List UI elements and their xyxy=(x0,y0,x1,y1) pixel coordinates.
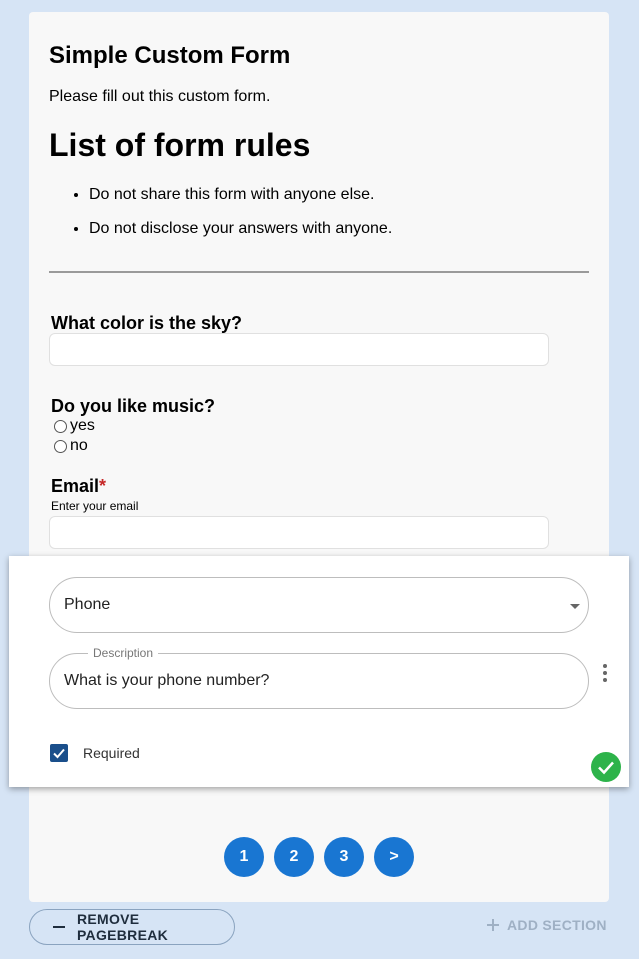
confirm-button[interactable] xyxy=(591,752,621,782)
description-legend: Description xyxy=(88,646,159,660)
page-2-button[interactable]: 2 xyxy=(274,837,314,877)
music-question-label: Do you like music? xyxy=(51,396,216,416)
question-type-select[interactable]: Phone xyxy=(49,577,589,633)
required-star: * xyxy=(99,476,107,496)
more-options-icon[interactable] xyxy=(601,664,609,684)
question-type-value: Phone xyxy=(64,596,111,613)
add-section-label: ADD SECTION xyxy=(507,917,607,933)
add-section-button[interactable]: ADD SECTION xyxy=(487,917,607,933)
remove-pagebreak-button[interactable]: REMOVE PAGEBREAK xyxy=(29,909,235,945)
list-item: Do not disclose your answers with anyone… xyxy=(89,219,392,238)
chevron-down-icon xyxy=(570,604,580,609)
check-icon xyxy=(53,748,65,759)
email-label-text: Email xyxy=(51,476,100,496)
checkmark-icon xyxy=(598,761,614,775)
radio-label: no xyxy=(70,437,88,454)
page-1-button[interactable]: 1 xyxy=(224,837,264,877)
list-item: Do not share this form with anyone else. xyxy=(89,185,392,204)
radio-button[interactable] xyxy=(54,419,67,433)
required-checkbox[interactable] xyxy=(50,744,68,762)
minus-icon xyxy=(53,926,65,928)
email-help-text: Enter your email xyxy=(51,499,139,513)
required-label: Required xyxy=(83,745,140,761)
section-divider xyxy=(49,271,589,273)
radio-label: yes xyxy=(70,417,95,434)
sky-answer-input[interactable] xyxy=(49,333,549,366)
form-title: Simple Custom Form xyxy=(49,42,291,69)
next-page-button[interactable]: > xyxy=(374,837,414,877)
rules-heading: List of form rules xyxy=(49,127,311,163)
music-option-no[interactable]: no xyxy=(54,437,88,455)
email-field[interactable] xyxy=(49,516,549,549)
remove-pagebreak-label: REMOVE PAGEBREAK xyxy=(76,911,169,943)
plus-icon xyxy=(487,919,499,931)
page-3-button[interactable]: 3 xyxy=(324,837,364,877)
form-description: Please fill out this custom form. xyxy=(49,88,271,105)
rules-list: Do not share this form with anyone else.… xyxy=(89,185,392,253)
description-value: What is your phone number? xyxy=(64,672,270,689)
email-question-label: Email* xyxy=(51,476,106,497)
sky-question-label: What color is the sky? xyxy=(51,313,243,333)
radio-button[interactable] xyxy=(54,439,67,453)
music-option-yes[interactable]: yes xyxy=(54,417,95,435)
description-field[interactable]: Description What is your phone number? xyxy=(49,646,589,709)
